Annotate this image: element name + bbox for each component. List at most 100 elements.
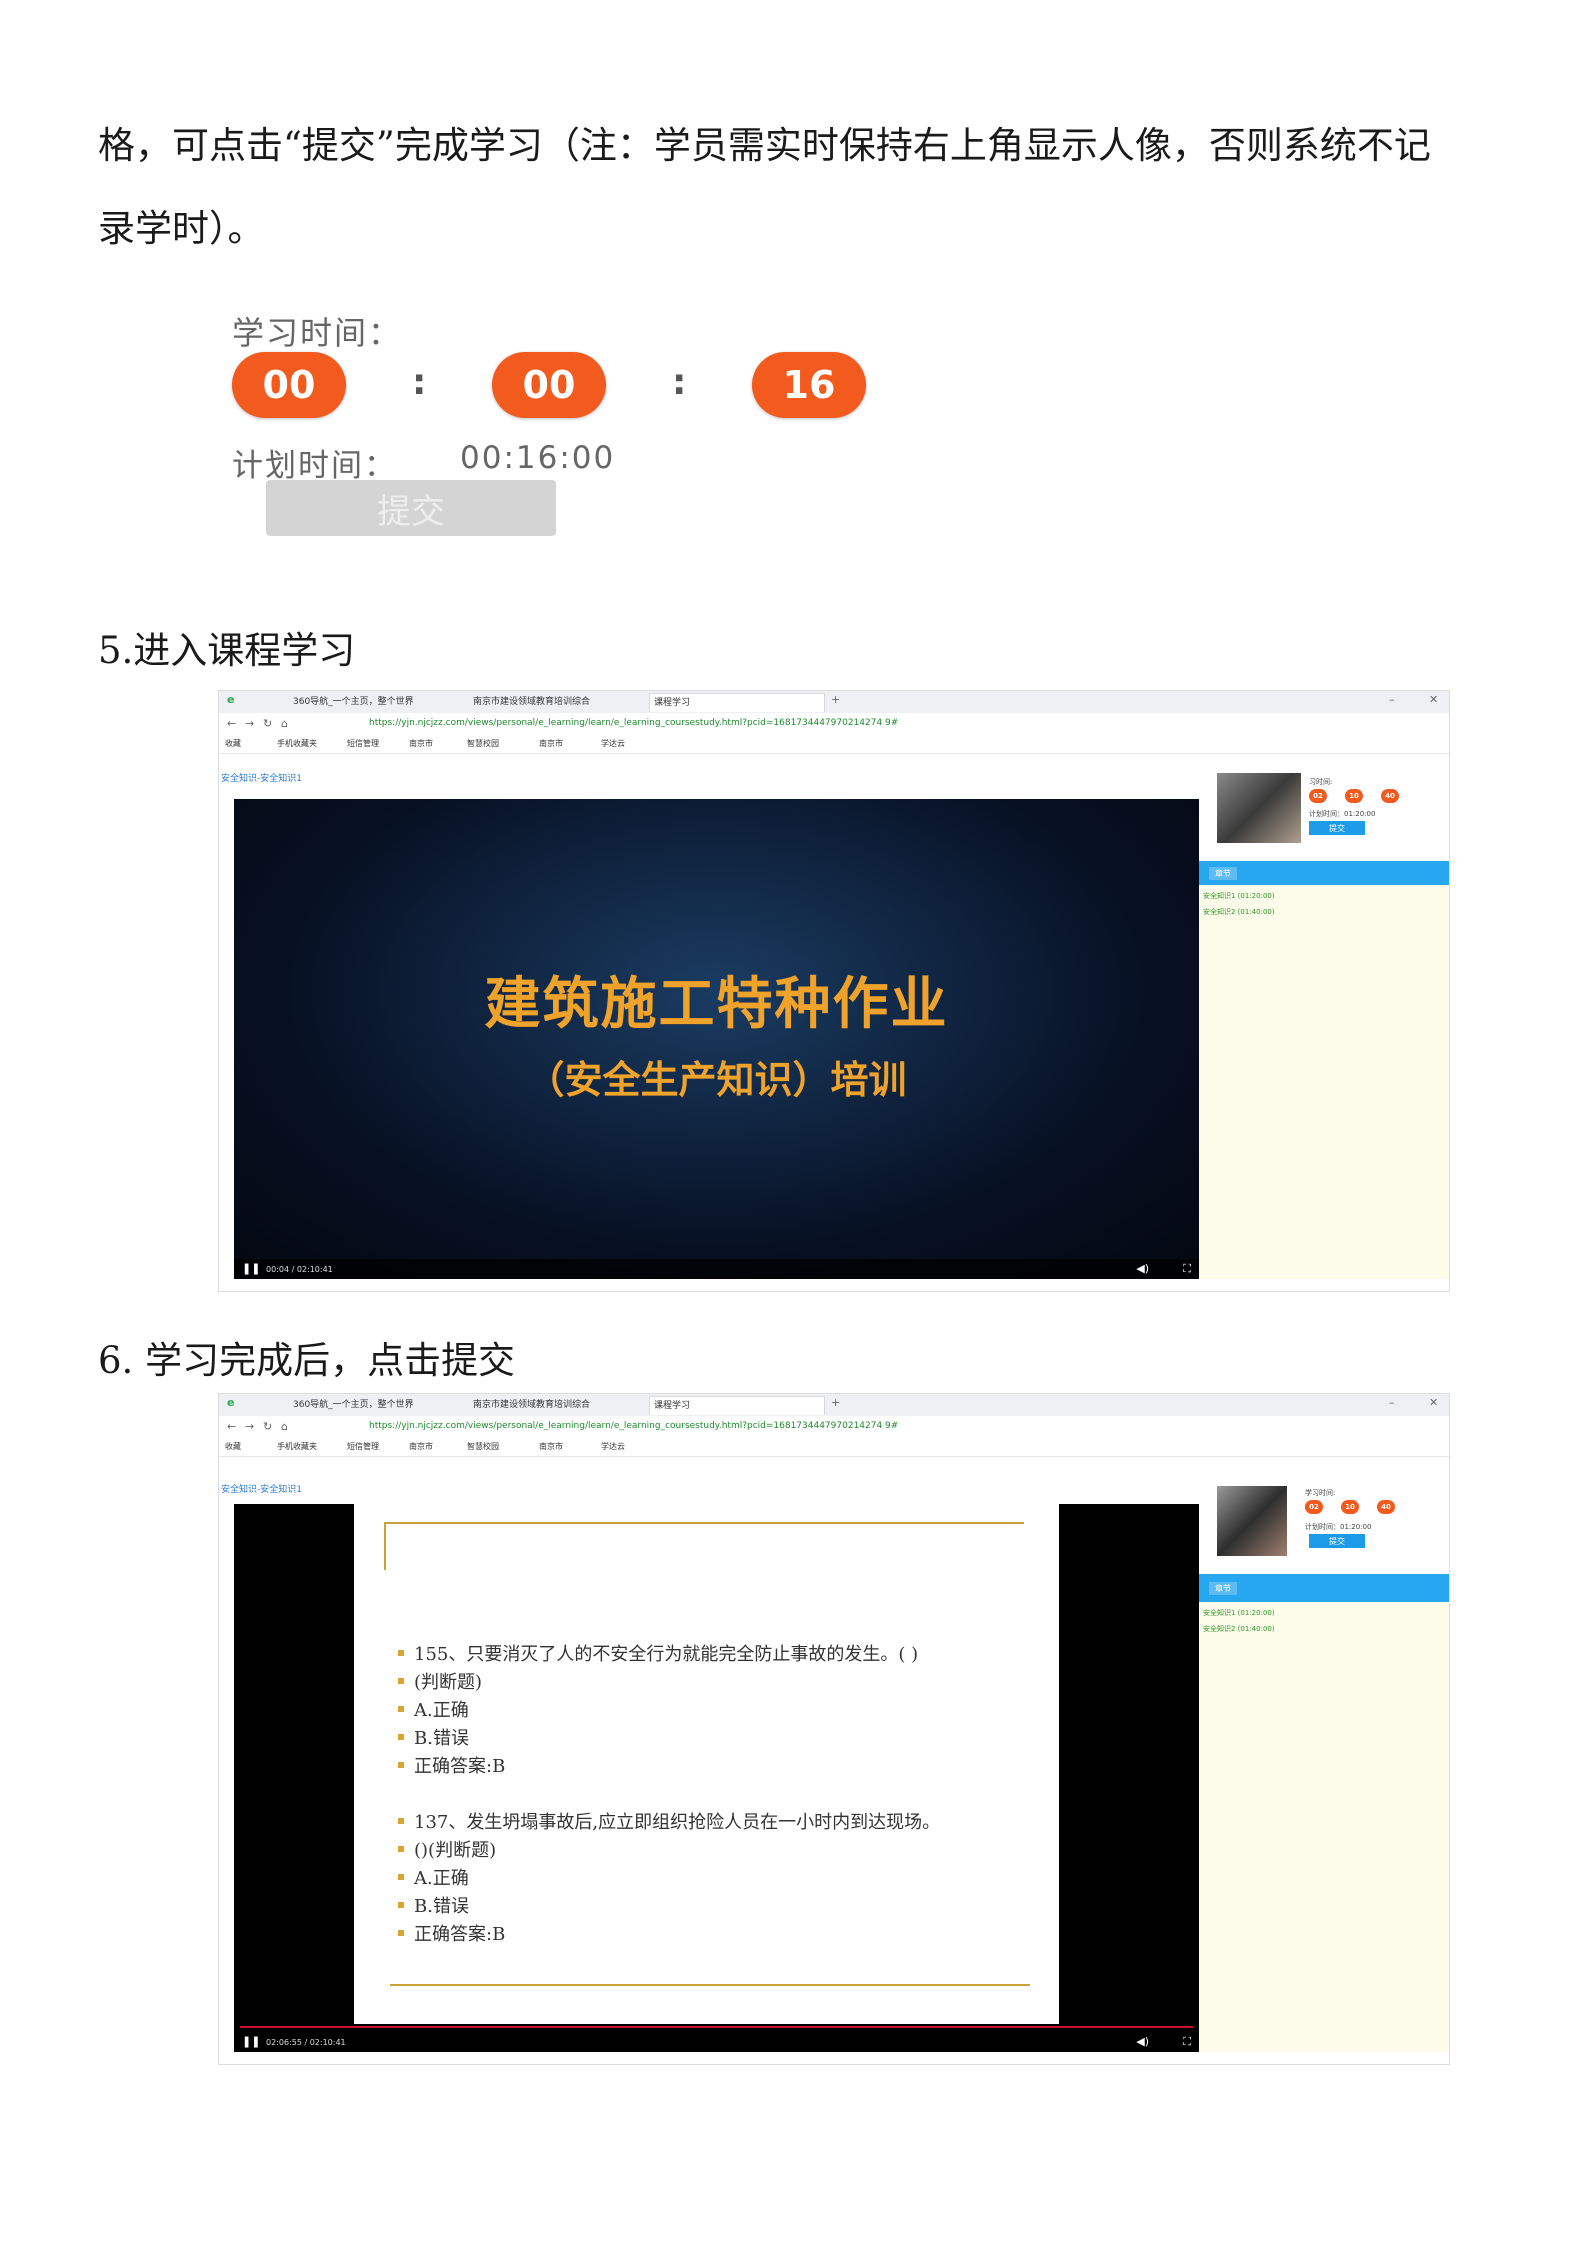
slide-line: 137、发生坍塌事故后,应立即组织抢险人员在一小时内到达现场。 xyxy=(414,1812,941,1833)
side-plan: 计划时间：01:20:00 xyxy=(1309,810,1376,818)
bullet xyxy=(398,1678,404,1684)
lesson-list: 安全知识1 (01:20:00) 安全知识2 (01:40:00) xyxy=(1199,885,1449,1279)
camera-avatar xyxy=(1217,1486,1287,1556)
bullet xyxy=(398,1762,404,1768)
timer-minutes: 00 xyxy=(492,352,606,418)
video-subtitle: （安全生产知识）培训 xyxy=(526,1058,907,1102)
tab-course[interactable]: 课程学习 xyxy=(649,693,825,712)
url-field[interactable]: https://yjn.njcjzz.com/views/personal/e_… xyxy=(369,718,898,728)
fullscreen-icon[interactable]: ⛶ xyxy=(1183,1262,1191,1276)
step5-heading: 5.进入课程学习 xyxy=(98,629,356,672)
section-label[interactable]: 章节 xyxy=(1209,1582,1237,1595)
slide-line: 正确答案:B xyxy=(414,1924,506,1945)
bookmark-item[interactable]: 收藏 xyxy=(225,738,241,749)
bookmark-item[interactable]: 南京市 xyxy=(409,1441,433,1452)
step6-heading: 6. 学习完成后，点击提交 xyxy=(98,1339,516,1382)
submit-button-disabled[interactable]: 提交 xyxy=(266,480,556,536)
pause-icon[interactable]: ❚❚ xyxy=(242,2035,260,2048)
volume-icon[interactable]: ◀) xyxy=(1136,2035,1149,2048)
side-pill-minutes: 10 xyxy=(1345,789,1363,803)
bookmark-item[interactable]: 智慧校园 xyxy=(467,1441,499,1452)
video-time: 00:04 / 02:10:41 xyxy=(266,1265,333,1274)
back-icon[interactable]: ← xyxy=(227,717,236,730)
bookmark-item[interactable]: 短信管理 xyxy=(347,738,379,749)
tab-njcjzz[interactable]: 南京市建设领域教育培训综合 xyxy=(469,693,633,711)
side-pill-seconds: 40 xyxy=(1377,1500,1395,1514)
progress-bar[interactable] xyxy=(240,2026,1193,2028)
home-icon[interactable]: ⌂ xyxy=(281,1420,288,1433)
video-player[interactable]: 155、只要消灭了人的不安全行为就能完全防止事故的发生。( ) (判断题) A.… xyxy=(234,1504,1199,2052)
bullet xyxy=(398,1874,404,1880)
side-top: 学习时间: 02 10 40 计划时间：01:20:00 提交 xyxy=(1209,1464,1449,1574)
bookmark-item[interactable]: 南京市 xyxy=(539,1441,563,1452)
forward-icon[interactable]: → xyxy=(245,717,254,730)
lesson-item[interactable]: 安全知识1 (01:20:00) xyxy=(1203,891,1275,901)
timer-colon: : xyxy=(672,362,687,403)
bookmarks-bar: 收藏 手机收藏夹 短信管理 南京市 智慧校园 南京市 学达云 xyxy=(219,1438,1449,1457)
study-timer-widget: 学习时间： 00 : 00 : 16 计划时间： 00:16:00 提交 xyxy=(198,290,866,550)
bullet xyxy=(398,1902,404,1908)
bookmark-item[interactable]: 收藏 xyxy=(225,1441,241,1452)
minimize-icon[interactable]: – xyxy=(1389,693,1395,706)
timer-hours: 00 xyxy=(232,352,346,418)
slide-line: B.错误 xyxy=(414,1896,469,1917)
home-icon[interactable]: ⌂ xyxy=(281,717,288,730)
plan-time-value: 00:16:00 xyxy=(460,440,616,476)
lesson-item[interactable]: 安全知识2 (01:40:00) xyxy=(1203,1624,1275,1634)
bullet xyxy=(398,1930,404,1936)
new-tab-icon[interactable]: + xyxy=(831,1396,840,1409)
video-time: 02:06:55 / 02:10:41 xyxy=(266,2038,346,2047)
slide-bottom-rule xyxy=(390,1984,1030,1986)
back-icon[interactable]: ← xyxy=(227,1420,236,1433)
bookmark-item[interactable]: 南京市 xyxy=(539,738,563,749)
video-player[interactable]: 建筑施工特种作业 （安全生产知识）培训 ❚❚ 00:04 / 02:10:41 … xyxy=(234,799,1199,1279)
lesson-item[interactable]: 安全知识2 (01:40:00) xyxy=(1203,907,1275,917)
tab-njcjzz[interactable]: 南京市建设领域教育培训综合 xyxy=(469,1396,633,1414)
minimize-icon[interactable]: – xyxy=(1389,1396,1395,1409)
forward-icon[interactable]: → xyxy=(245,1420,254,1433)
intro-line-2: 录学时）。 xyxy=(98,207,265,250)
url-field[interactable]: https://yjn.njcjzz.com/views/personal/e_… xyxy=(369,1421,898,1431)
side-study-label: 习时间: xyxy=(1309,778,1333,786)
breadcrumb[interactable]: 安全知识-安全知识1 xyxy=(221,1482,302,1495)
slide-line: A.正确 xyxy=(414,1700,469,1721)
close-icon[interactable]: ✕ xyxy=(1429,1396,1438,1409)
new-tab-icon[interactable]: + xyxy=(831,693,840,706)
bookmarks-bar: 收藏 手机收藏夹 短信管理 南京市 智慧校园 南京市 学达云 xyxy=(219,735,1449,754)
bookmark-item[interactable]: 短信管理 xyxy=(347,1441,379,1452)
side-pill-hours: 02 xyxy=(1309,789,1327,803)
pause-icon[interactable]: ❚❚ xyxy=(242,1262,260,1275)
tab-360[interactable]: 360导航_一个主页，整个世界 xyxy=(289,693,453,711)
slide-line: 正确答案:B xyxy=(414,1756,506,1777)
fullscreen-icon[interactable]: ⛶ xyxy=(1183,2035,1191,2049)
bullet xyxy=(398,1706,404,1712)
volume-icon[interactable]: ◀) xyxy=(1136,1262,1149,1275)
close-icon[interactable]: ✕ xyxy=(1429,693,1438,706)
bookmark-item[interactable]: 学达云 xyxy=(601,1441,625,1452)
camera-avatar xyxy=(1217,773,1301,843)
bookmark-item[interactable]: 手机收藏夹 xyxy=(277,1441,317,1452)
lesson-item[interactable]: 安全知识1 (01:20:00) xyxy=(1203,1608,1275,1618)
slide: 155、只要消灭了人的不安全行为就能完全防止事故的发生。( ) (判断题) A.… xyxy=(354,1504,1059,2024)
section-label[interactable]: 章节 xyxy=(1209,867,1237,880)
timer-seconds: 16 xyxy=(752,352,866,418)
side-plan: 计划时间：01:20:00 xyxy=(1305,1523,1372,1531)
side-top: 习时间: 02 10 40 计划时间：01:20:00 提交 xyxy=(1209,761,1449,861)
bookmark-item[interactable]: 南京市 xyxy=(409,738,433,749)
slide-line: 155、只要消灭了人的不安全行为就能完全防止事故的发生。( ) xyxy=(414,1644,919,1665)
side-submit-button[interactable]: 提交 xyxy=(1309,821,1365,835)
video-title: 建筑施工特种作业 xyxy=(484,972,949,1037)
tab-360[interactable]: 360导航_一个主页，整个世界 xyxy=(289,1396,453,1414)
side-pill-seconds: 40 xyxy=(1381,789,1399,803)
slide-line: ()(判断题) xyxy=(414,1840,497,1861)
reload-icon[interactable]: ↻ xyxy=(263,717,272,730)
tab-course[interactable]: 课程学习 xyxy=(649,1396,825,1415)
reload-icon[interactable]: ↻ xyxy=(263,1420,272,1433)
side-submit-button[interactable]: 提交 xyxy=(1309,1534,1365,1548)
bookmark-item[interactable]: 手机收藏夹 xyxy=(277,738,317,749)
breadcrumb[interactable]: 安全知识-安全知识1 xyxy=(221,771,302,784)
bookmark-item[interactable]: 学达云 xyxy=(601,738,625,749)
bullet xyxy=(398,1734,404,1740)
bullet xyxy=(398,1846,404,1852)
bookmark-item[interactable]: 智慧校园 xyxy=(467,738,499,749)
